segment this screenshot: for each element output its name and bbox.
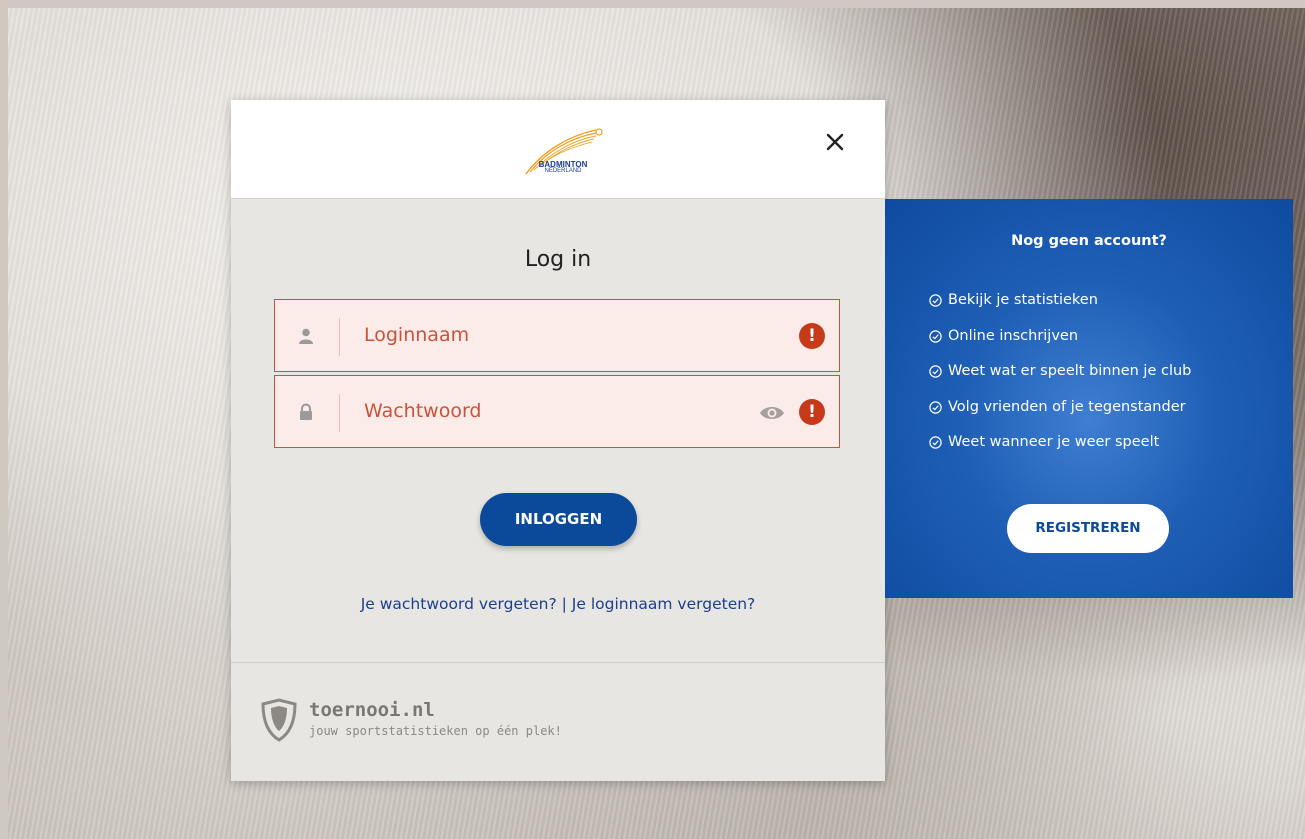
benefit-text: Weet wat er speelt binnen je club	[948, 363, 1192, 379]
lock-icon	[300, 403, 312, 420]
login-button[interactable]: INLOGGEN	[480, 493, 637, 546]
page-title: Log in	[524, 247, 592, 272]
user-icon	[299, 328, 313, 344]
brand-name: toernooi.nl	[309, 699, 435, 721]
check-circle-icon	[929, 436, 942, 449]
benefit-text: Bekijk je statistieken	[948, 292, 1098, 308]
brand-tagline: jouw sportstatistieken op één plek!	[309, 724, 562, 738]
benefit-text: Weet wanneer je weer speelt	[948, 434, 1160, 450]
check-circle-icon	[929, 329, 942, 343]
list-item: Online inschrijven	[929, 328, 1191, 364]
check-circle-icon	[929, 294, 942, 307]
benefits-list: Bekijk je statistieken Online inschrijve…	[929, 292, 1191, 470]
forgot-password-link[interactable]: Je wachtwoord vergeten?	[361, 595, 557, 613]
modal-header: BADMINTON NEDERLAND	[231, 100, 885, 199]
username-field[interactable]: Loginnaam !	[274, 299, 840, 372]
error-icon: !	[799, 323, 825, 349]
field-divider	[339, 394, 340, 432]
error-icon: !	[799, 399, 825, 425]
check-circle-icon	[929, 365, 942, 378]
forgot-username-link[interactable]: Je loginnaam vergeten?	[572, 595, 756, 613]
close-icon[interactable]	[821, 128, 849, 156]
list-item: Bekijk je statistieken	[929, 292, 1191, 328]
password-placeholder: Wachtwoord	[364, 400, 482, 422]
field-divider	[339, 318, 340, 356]
signup-panel: Nog geen account? Bekijk je statistieken…	[885, 199, 1293, 598]
signup-title: Nog geen account?	[1011, 233, 1167, 249]
eye-icon[interactable]	[759, 404, 785, 422]
logo-text-nederland: NEDERLAND	[544, 168, 582, 174]
login-modal: BADMINTON NEDERLAND Log in Loginnaam ! W…	[231, 100, 885, 781]
list-item: Volg vrienden of je tegenstander	[929, 399, 1191, 435]
check-circle-icon	[929, 400, 942, 414]
list-item: Weet wat er speelt binnen je club	[929, 363, 1191, 399]
list-item: Weet wanneer je weer speelt	[929, 434, 1191, 470]
password-field[interactable]: Wachtwoord !	[274, 375, 840, 448]
shield-icon	[261, 698, 297, 742]
register-button[interactable]: REGISTREREN	[1007, 504, 1169, 553]
forgot-links: Je wachtwoord vergeten? | Je loginnaam v…	[231, 595, 885, 613]
benefit-text: Volg vrienden of je tegenstander	[948, 398, 1186, 415]
link-separator: |	[561, 595, 567, 613]
benefit-text: Online inschrijven	[948, 327, 1079, 344]
footer-divider	[231, 662, 885, 663]
username-placeholder: Loginnaam	[364, 324, 470, 346]
